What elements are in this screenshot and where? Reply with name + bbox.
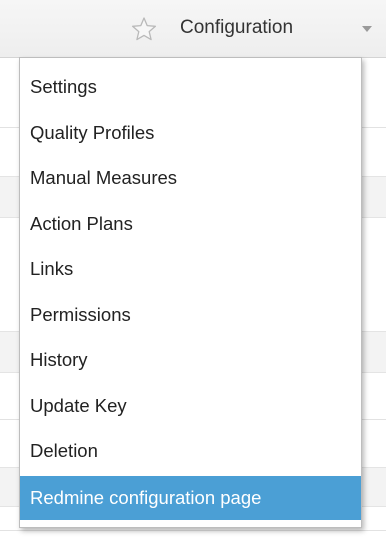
menu-item-links[interactable]: Links	[20, 246, 361, 292]
caret-down-icon[interactable]	[361, 24, 373, 34]
menu-item-permissions[interactable]: Permissions	[20, 292, 361, 338]
menu-item-settings[interactable]: Settings	[20, 64, 361, 110]
star-icon[interactable]	[131, 16, 157, 42]
configuration-dropdown-menu: Settings Quality Profiles Manual Measure…	[19, 57, 362, 528]
menu-item-quality-profiles[interactable]: Quality Profiles	[20, 110, 361, 156]
menu-item-update-key[interactable]: Update Key	[20, 383, 361, 429]
menu-item-action-plans[interactable]: Action Plans	[20, 201, 361, 247]
menu-item-redmine-configuration-page[interactable]: Redmine configuration page	[20, 475, 361, 520]
page-divider	[0, 530, 386, 531]
menu-item-manual-measures[interactable]: Manual Measures	[20, 155, 361, 201]
top-bar: Configuration	[0, 0, 386, 58]
menu-item-history[interactable]: History	[20, 337, 361, 383]
configuration-menu-button[interactable]: Configuration	[180, 17, 293, 39]
menu-item-deletion[interactable]: Deletion	[20, 428, 361, 474]
